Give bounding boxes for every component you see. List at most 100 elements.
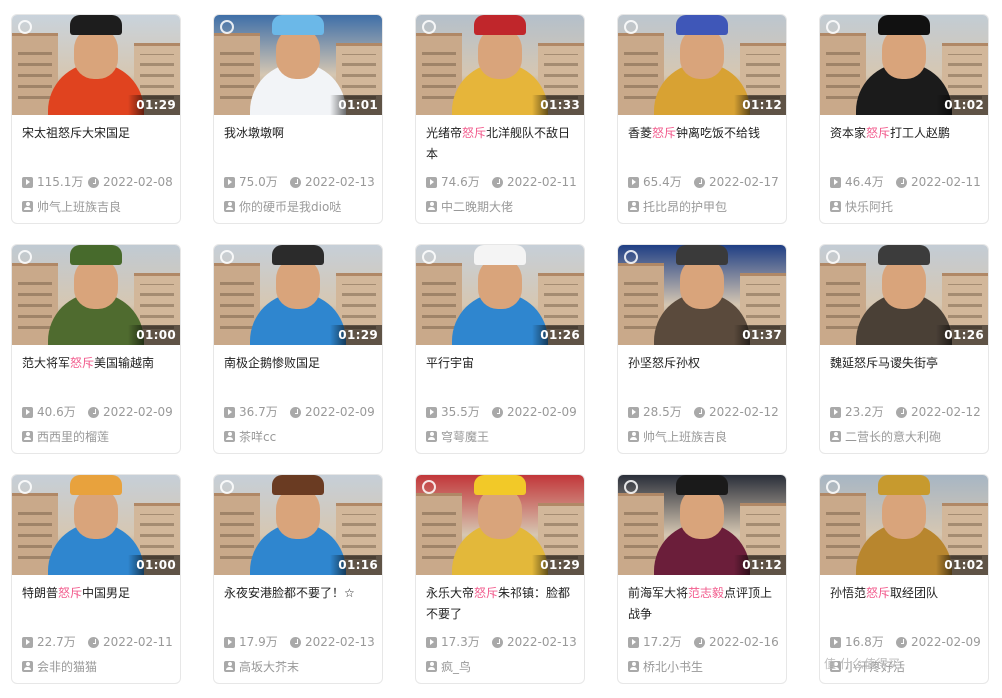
play-count-icon xyxy=(830,176,841,188)
video-card[interactable]: 01:29 宋太祖怒斥大宋国足 115.1万 2022-02-08 帅气上班族吉良 xyxy=(11,14,181,224)
video-duration: 01:29 xyxy=(330,325,382,345)
play-count-icon xyxy=(830,406,841,418)
publish-date: 2022-02-13 xyxy=(507,635,577,649)
channel-logo-icon xyxy=(220,20,234,34)
clock-icon xyxy=(694,406,705,418)
play-count-icon xyxy=(628,406,639,418)
uploader-link[interactable]: 帅气上班族吉良 xyxy=(22,198,180,214)
channel-logo-icon xyxy=(422,20,436,34)
video-title[interactable]: 前海军大将范志毅点评顶上战争 xyxy=(628,583,780,625)
uploader-link[interactable]: 高坂大芥末 xyxy=(224,658,382,674)
video-thumbnail[interactable]: 01:00 xyxy=(12,245,180,345)
video-card[interactable]: 01:33 光绪帝怒斥北洋舰队不敌日本 74.6万 2022-02-11 中二晚期大佬 xyxy=(415,14,585,224)
uploader-name: 二营长的意大利砲 xyxy=(845,429,942,444)
view-count: 17.3万 xyxy=(441,635,480,649)
video-thumbnail[interactable]: 01:29 xyxy=(416,475,584,575)
video-thumbnail[interactable]: 01:29 xyxy=(214,245,382,345)
publish-date-group: 2022-02-12 xyxy=(896,404,981,420)
title-highlight: 怒斥 xyxy=(866,126,891,140)
uploader-link[interactable]: 疯_鸟 xyxy=(426,658,584,674)
video-thumbnail[interactable]: 01:12 xyxy=(618,15,786,115)
publish-date-group: 2022-02-09 xyxy=(88,404,173,420)
video-title[interactable]: 我冰墩墩啊 xyxy=(224,123,376,144)
title-text: 中国男足 xyxy=(82,586,131,600)
video-card[interactable]: 01:37 孙坚怒斥孙权 28.5万 2022-02-12 帅气上班族吉良 xyxy=(617,244,787,454)
video-title[interactable]: 宋太祖怒斥大宋国足 xyxy=(22,123,174,144)
uploader-link[interactable]: 帅气上班族吉良 xyxy=(628,428,786,444)
view-count: 16.8万 xyxy=(845,635,884,649)
title-text: 范大将军 xyxy=(22,356,71,370)
title-text: 孙坚怒斥孙权 xyxy=(628,356,701,370)
video-title[interactable]: 魏延怒斥马谡失街亭 xyxy=(830,353,982,374)
video-stats: 46.4万 2022-02-11 xyxy=(830,174,988,190)
view-count-group: 22.7万 xyxy=(22,634,76,650)
video-thumbnail[interactable]: 01:33 xyxy=(416,15,584,115)
video-title[interactable]: 资本家怒斥打工人赵鹏 xyxy=(830,123,982,144)
uploader-link[interactable]: 二营长的意大利砲 xyxy=(830,428,988,444)
view-count: 46.4万 xyxy=(845,175,884,189)
video-card[interactable]: 01:02 资本家怒斥打工人赵鹏 46.4万 2022-02-11 快乐阿托 xyxy=(819,14,989,224)
clock-icon xyxy=(290,176,301,188)
video-card[interactable]: 01:00 特朗普怒斥中国男足 22.7万 2022-02-11 会非的猫猫 xyxy=(11,474,181,684)
video-title[interactable]: 永夜安港脸都不要了！☆ xyxy=(224,583,376,604)
video-title[interactable]: 光绪帝怒斥北洋舰队不敌日本 xyxy=(426,123,578,165)
uploader-link[interactable]: 中二晚期大佬 xyxy=(426,198,584,214)
view-count: 115.1万 xyxy=(37,175,84,189)
video-thumbnail[interactable]: 01:00 xyxy=(12,475,180,575)
thumbnail-headwear xyxy=(878,15,930,35)
title-text: 前海军大将 xyxy=(628,586,689,600)
video-duration: 01:16 xyxy=(330,555,382,575)
video-thumbnail[interactable]: 01:26 xyxy=(416,245,584,345)
video-card[interactable]: 01:01 我冰墩墩啊 75.0万 2022-02-13 你的硬币是我dio哒 xyxy=(213,14,383,224)
title-text: 美国输越南 xyxy=(94,356,155,370)
video-card[interactable]: 01:02 孙悟范怒斥取经团队 16.8万 2022-02-09 小汗疼好活 xyxy=(819,474,989,684)
video-card[interactable]: 01:00 范大将军怒斥美国输越南 40.6万 2022-02-09 西西里的榴莲 xyxy=(11,244,181,454)
publish-date-group: 2022-02-08 xyxy=(88,174,173,190)
video-title[interactable]: 特朗普怒斥中国男足 xyxy=(22,583,174,604)
video-title[interactable]: 范大将军怒斥美国输越南 xyxy=(22,353,174,374)
video-thumbnail[interactable]: 01:12 xyxy=(618,475,786,575)
video-thumbnail[interactable]: 01:02 xyxy=(820,15,988,115)
uploader-link[interactable]: 托比昂的护甲包 xyxy=(628,198,786,214)
uploader-icon xyxy=(22,430,33,442)
uploader-link[interactable]: 西西里的榴莲 xyxy=(22,428,180,444)
video-title[interactable]: 香菱怒斥钟离吃饭不给钱 xyxy=(628,123,780,144)
video-card[interactable]: 01:29 永乐大帝怒斥朱祁镇：脸都不要了 17.3万 2022-02-13 疯_鸟 xyxy=(415,474,585,684)
video-title[interactable]: 孙悟范怒斥取经团队 xyxy=(830,583,982,604)
uploader-name: 帅气上班族吉良 xyxy=(37,199,122,214)
view-count-group: 23.2万 xyxy=(830,404,884,420)
video-title[interactable]: 平行宇宙 xyxy=(426,353,578,374)
video-title[interactable]: 永乐大帝怒斥朱祁镇：脸都不要了 xyxy=(426,583,578,625)
uploader-icon xyxy=(22,660,33,672)
channel-logo-icon xyxy=(624,250,638,264)
uploader-link[interactable]: 你的硬币是我dio哒 xyxy=(224,198,382,214)
view-count-group: 46.4万 xyxy=(830,174,884,190)
view-count: 65.4万 xyxy=(643,175,682,189)
view-count-group: 28.5万 xyxy=(628,404,682,420)
view-count: 74.6万 xyxy=(441,175,480,189)
uploader-link[interactable]: 茶咩cc xyxy=(224,428,382,444)
clock-icon xyxy=(694,176,705,188)
thumbnail-headwear xyxy=(272,245,324,265)
title-highlight: 怒斥 xyxy=(70,356,95,370)
video-card[interactable]: 01:26 平行宇宙 35.5万 2022-02-09 穹萼魔王 xyxy=(415,244,585,454)
video-thumbnail[interactable]: 01:02 xyxy=(820,475,988,575)
uploader-link[interactable]: 快乐阿托 xyxy=(830,198,988,214)
video-card[interactable]: 01:26 魏延怒斥马谡失街亭 23.2万 2022-02-12 二营长的意大利砲 xyxy=(819,244,989,454)
uploader-link[interactable]: 穹萼魔王 xyxy=(426,428,584,444)
uploader-link[interactable]: 桥北小书生 xyxy=(628,658,786,674)
video-thumbnail[interactable]: 01:37 xyxy=(618,245,786,345)
video-card[interactable]: 01:16 永夜安港脸都不要了！☆ 17.9万 2022-02-13 高坂大芥末 xyxy=(213,474,383,684)
video-card[interactable]: 01:12 前海军大将范志毅点评顶上战争 17.2万 2022-02-16 桥北小书生 xyxy=(617,474,787,684)
video-card[interactable]: 01:12 香菱怒斥钟离吃饭不给钱 65.4万 2022-02-17 托比昂的护甲包 xyxy=(617,14,787,224)
video-thumbnail[interactable]: 01:29 xyxy=(12,15,180,115)
video-thumbnail[interactable]: 01:01 xyxy=(214,15,382,115)
video-thumbnail[interactable]: 01:26 xyxy=(820,245,988,345)
video-title[interactable]: 孙坚怒斥孙权 xyxy=(628,353,780,374)
title-text: 永夜安港脸都不要了！☆ xyxy=(224,586,355,600)
uploader-link[interactable]: 会非的猫猫 xyxy=(22,658,180,674)
video-thumbnail[interactable]: 01:16 xyxy=(214,475,382,575)
video-card[interactable]: 01:29 南极企鹅惨败国足 36.7万 2022-02-09 茶咩cc xyxy=(213,244,383,454)
video-title[interactable]: 南极企鹅惨败国足 xyxy=(224,353,376,374)
view-count: 35.5万 xyxy=(441,405,480,419)
